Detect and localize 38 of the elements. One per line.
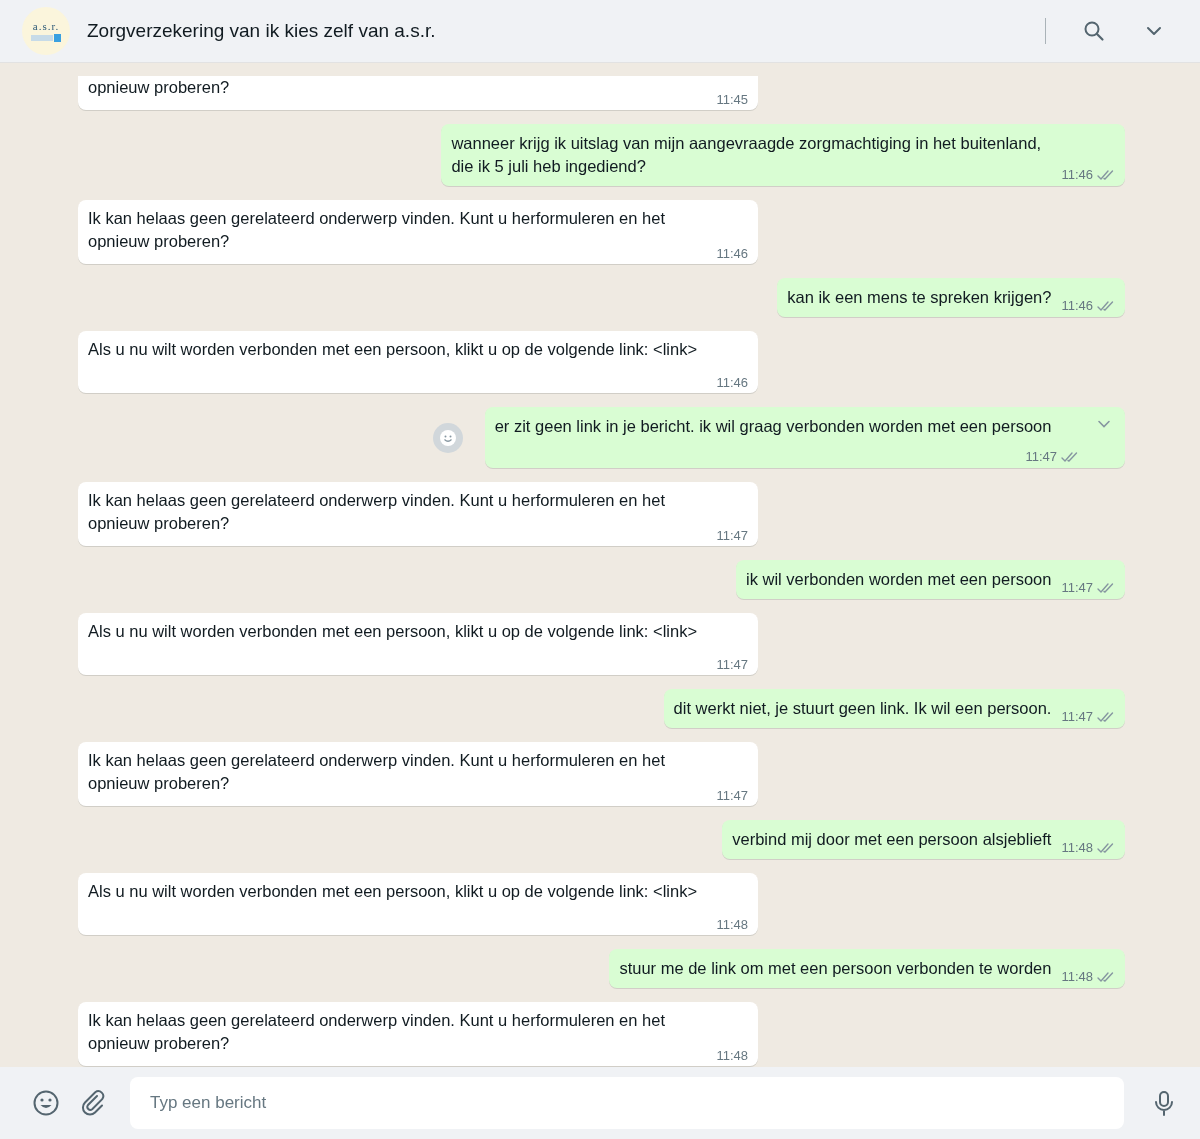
message-text: Als u nu wilt worden verbonden met een persoon, klikt u op de volgende link: <link>	[88, 881, 699, 902]
message-time: 11:46	[1061, 168, 1093, 182]
message-text: wanneer krijg ik uitslag van mijn aangevraagde zorgmachtiging in het buitenland, die ik 5 juli heb ingediend?	[451, 133, 1043, 177]
message-text: Ik kan helaas geen gerelateerd onderwerp vinden. Kunt u herformuleren en het opnieuw proberen?	[88, 208, 666, 252]
message-time: 11:48	[716, 1049, 748, 1063]
message-time: 11:47	[1025, 450, 1057, 464]
message-time: 11:47	[1061, 581, 1093, 595]
message-text: Als u nu wilt worden verbonden met een persoon, klikt u op de volgende link: <link>	[88, 621, 699, 642]
message-time: 11:46	[1061, 299, 1093, 313]
message-time: 11:47	[1061, 710, 1093, 724]
message-text: opnieuw proberen?	[88, 77, 231, 98]
message-time: 11:47	[716, 529, 748, 543]
message-time: 11:48	[1061, 841, 1093, 855]
message-text: stuur me de link om met een persoon verbonden te worden	[619, 958, 1052, 979]
message-text: Ik kan helaas geen gerelateerd onderwerp vinden. Kunt u herformuleren en het opnieuw proberen?	[88, 750, 666, 794]
chat-title: Zorgverzekering van ik kies zelf van a.s.r.	[87, 20, 437, 42]
contact-avatar[interactable]: a.s.r.	[22, 7, 70, 55]
message-text: Ik kan helaas geen gerelateerd onderwerp vinden. Kunt u herformuleren en het opnieuw proberen?	[88, 1010, 666, 1054]
message-text: Als u nu wilt worden verbonden met een persoon, klikt u op de volgende link: <link>	[88, 339, 699, 360]
message-text: ik wil verbonden worden met een persoon	[746, 569, 1052, 590]
smiley-icon	[438, 428, 457, 447]
search-icon[interactable]	[1082, 19, 1106, 43]
message-text: kan ik een mens te spreken krijgen?	[787, 287, 1052, 308]
message-time: 11:48	[716, 918, 748, 932]
message-time: 11:45	[716, 93, 748, 107]
message-text: dit werkt niet, je stuurt geen link. Ik wil een persoon.	[673, 698, 1052, 719]
message-time: 11:47	[716, 658, 748, 672]
message-text: er zit geen link in je bericht. ik wil graag verbonden worden met een persoon	[494, 416, 1052, 437]
message-time: 11:46	[716, 376, 748, 390]
logo-text: a.s.r.	[32, 20, 60, 32]
message-time: 11:48	[1061, 970, 1093, 984]
message-input[interactable]: Typ een bericht	[130, 1077, 1124, 1129]
logo-badge-icon	[31, 34, 61, 42]
message-text: Ik kan helaas geen gerelateerd onderwerp vinden. Kunt u herformuleren en het opnieuw proberen?	[88, 490, 666, 534]
message-time: 11:46	[716, 247, 748, 261]
message-time: 11:47	[716, 789, 748, 803]
message-text: verbind mij door met een persoon alsjeblieft	[732, 829, 1052, 850]
emoji-icon[interactable]	[32, 1089, 60, 1117]
